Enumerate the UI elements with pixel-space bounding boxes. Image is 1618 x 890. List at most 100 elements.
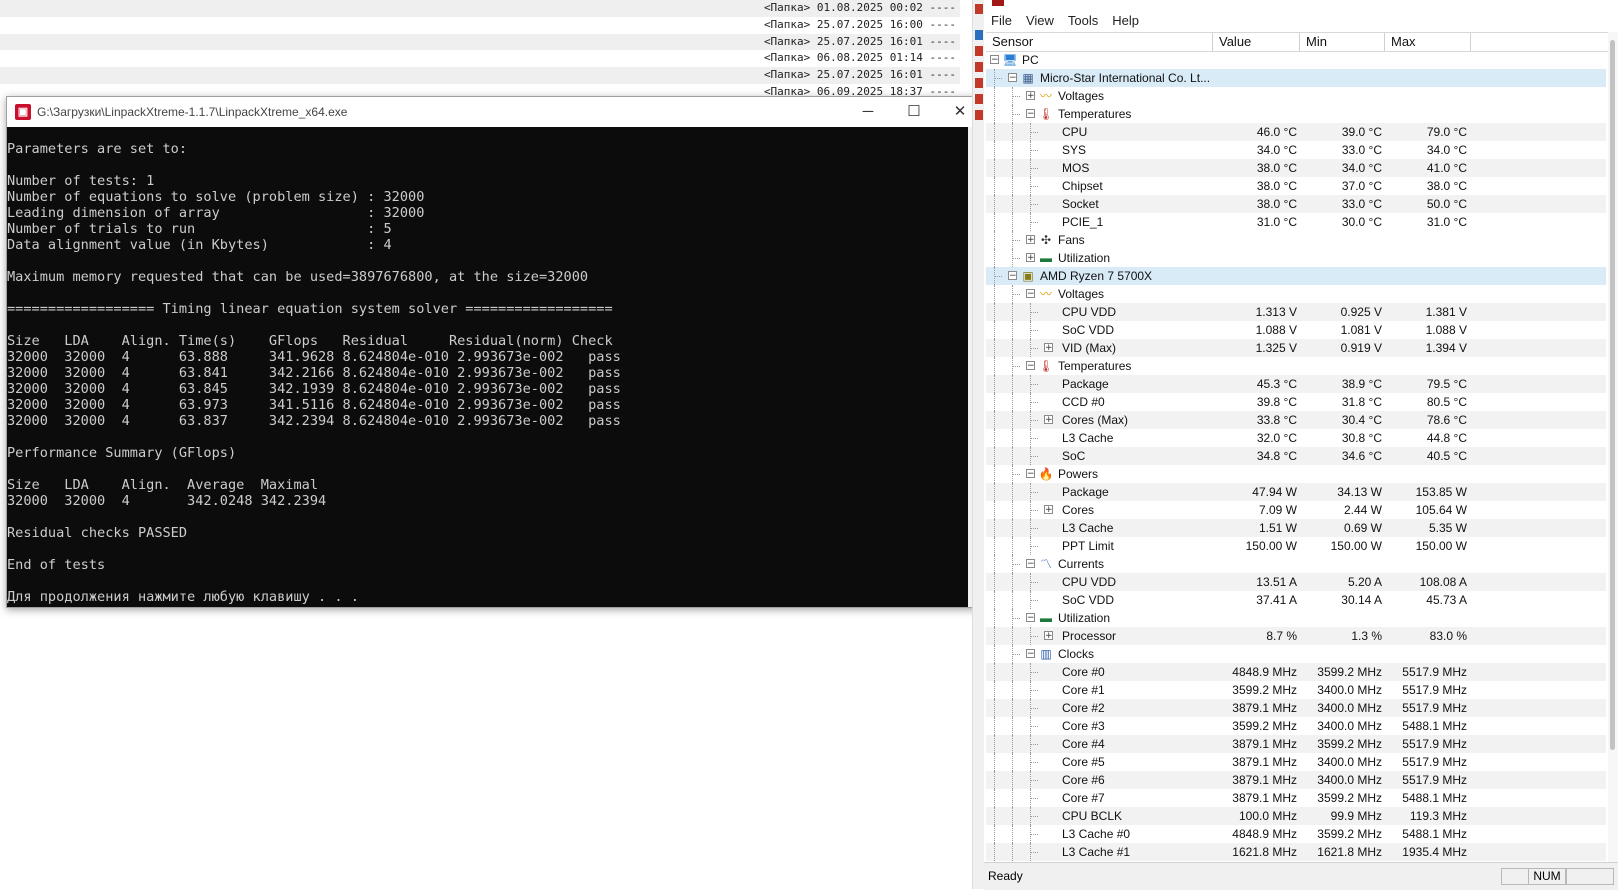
sensor-row[interactable]: Core #2 3879.1 MHz 3400.0 MHz 5517.9 MHz [986,699,1606,717]
sensor-row[interactable]: Core #3 3599.2 MHz 3400.0 MHz 5488.1 MHz [986,717,1606,735]
column-min[interactable]: Min [1300,33,1385,51]
sensor-row[interactable]: Package 47.94 W 34.13 W 153.85 W [986,483,1606,501]
sensor-group-row[interactable]: − ▬ Utilization [986,609,1606,627]
file-list-row[interactable]: <Папка> 25.07.2025 16:01 ---- [0,33,960,51]
console-window[interactable]: ▣ G:\Загрузки\LinpackXtreme-1.1.7\Linpac… [6,96,984,608]
collapse-icon[interactable]: − [1026,361,1035,371]
sensor-group-row[interactable]: − ▥ Clocks [986,645,1606,663]
sensor-scroll-thumb[interactable] [1610,40,1615,750]
sensor-row[interactable]: SoC VDD 37.41 A 30.14 A 45.73 A [986,591,1606,609]
taskbar-marker-icon [975,78,983,88]
sensor-max: 50.0 °C [1426,197,1467,211]
sensor-row[interactable]: Core #1 3599.2 MHz 3400.0 MHz 5517.9 MHz [986,681,1606,699]
expand-icon[interactable]: + [1026,235,1035,245]
sensor-row[interactable]: CCD #0 39.8 °C 31.8 °C 80.5 °C [986,393,1606,411]
sensor-row[interactable]: Package 45.3 °C 38.9 °C 79.5 °C [986,375,1606,393]
sensor-min: 33.0 °C [1341,197,1382,211]
collapse-icon[interactable]: − [1026,649,1035,659]
sensor-group-row[interactable]: + 〰 Voltages [986,87,1606,105]
sensor-row[interactable]: CPU VDD 1.313 V 0.925 V 1.381 V [986,303,1606,321]
sensor-row[interactable]: + Cores (Max) 33.8 °C 30.4 °C 78.6 °C [986,411,1606,429]
file-list-row[interactable]: <Папка> 01.08.2025 00:02 ---- [0,0,960,17]
sensor-tree[interactable]: − 🖥 PC − ▦ Micro-Star International Co. Lt...… [986,51,1606,861]
expand-icon[interactable]: + [1044,343,1053,353]
sensor-row[interactable]: CPU 46.0 °C 39.0 °C 79.0 °C [986,123,1606,141]
collapse-icon[interactable]: − [1026,469,1035,479]
hwmonitor-titlebar[interactable] [984,0,1618,8]
sensor-row[interactable]: Core #6 3879.1 MHz 3400.0 MHz 5517.9 MHz [986,771,1606,789]
tree-line [1030,456,1038,457]
sensor-value: 100.0 MHz [1238,809,1297,823]
sensor-group-row[interactable]: − 🌡 Temperatures [986,357,1606,375]
tree-line [1030,150,1038,151]
sensor-row[interactable]: Core #5 3879.1 MHz 3400.0 MHz 5517.9 MHz [986,753,1606,771]
sensor-group-row[interactable]: − ▣ AMD Ryzen 7 5700X [986,267,1606,285]
expand-icon[interactable]: + [1044,415,1053,425]
sensor-row[interactable]: Socket 38.0 °C 33.0 °C 50.0 °C [986,195,1606,213]
sensor-row[interactable]: CPU VDD 13.51 A 5.20 A 108.08 A [986,573,1606,591]
sensor-row[interactable]: PCIE_1 31.0 °C 30.0 °C 31.0 °C [986,213,1606,231]
sensor-row[interactable]: + Cores 7.09 W 2.44 W 105.64 W [986,501,1606,519]
column-sensor[interactable]: Sensor [986,33,1213,51]
sensor-row[interactable]: PPT Limit 150.00 W 150.00 W 150.00 W [986,537,1606,555]
sensor-group-row[interactable]: − 🖥 PC [986,51,1606,69]
sensor-row[interactable]: MOS 38.0 °C 34.0 °C 41.0 °C [986,159,1606,177]
sensor-row[interactable]: SoC 34.8 °C 34.6 °C 40.5 °C [986,447,1606,465]
menu-view[interactable]: View [1019,13,1061,28]
voltage-icon: 〰 [1039,287,1052,301]
collapse-icon[interactable]: − [1008,271,1017,281]
sensor-row[interactable]: SoC VDD 1.088 V 1.081 V 1.088 V [986,321,1606,339]
sensor-group-row[interactable]: − ▦ Micro-Star International Co. Lt... [986,69,1606,87]
sensor-label: L3 Cache #1 [1062,845,1131,859]
sensor-group-row[interactable]: − 〽 Currents [986,555,1606,573]
column-value[interactable]: Value [1213,33,1300,51]
tree-line [994,123,995,141]
sensor-row[interactable]: Chipset 38.0 °C 37.0 °C 38.0 °C [986,177,1606,195]
menu-file[interactable]: File [984,13,1019,28]
collapse-icon[interactable]: − [1026,559,1035,569]
expand-icon[interactable]: + [1026,253,1035,263]
tree-line [1030,348,1038,349]
sensor-row[interactable]: SYS 34.0 °C 33.0 °C 34.0 °C [986,141,1606,159]
expand-icon[interactable]: + [1044,505,1053,515]
console-output[interactable]: Parameters are set to: Number of tests: … [7,127,968,607]
sensor-row[interactable]: + Processor 8.7 % 1.3 % 83.0 % [986,627,1606,645]
column-max[interactable]: Max [1385,33,1471,51]
maximize-button[interactable]: ☐ [891,97,937,127]
sensor-min: 39.0 °C [1341,125,1382,139]
console-titlebar[interactable]: ▣ G:\Загрузки\LinpackXtreme-1.1.7\Linpac… [7,97,983,127]
expand-icon[interactable]: + [1044,631,1053,641]
sensor-row[interactable]: Core #4 3879.1 MHz 3599.2 MHz 5517.9 MHz [986,735,1606,753]
sensor-group-row[interactable]: − 🔥 Powers [986,465,1606,483]
hwmonitor-window[interactable]: File View Tools Help Sensor Value Min Ma… [984,0,1618,890]
menu-help[interactable]: Help [1105,13,1146,28]
collapse-icon[interactable]: − [1026,289,1035,299]
sensor-row[interactable]: Core #7 3879.1 MHz 3599.2 MHz 5488.1 MHz [986,789,1606,807]
tree-line [1012,717,1013,735]
collapse-icon[interactable]: − [1008,73,1017,83]
sensor-row[interactable]: L3 Cache 32.0 °C 30.8 °C 44.8 °C [986,429,1606,447]
sensor-group-row[interactable]: − 🌡 Temperatures [986,105,1606,123]
sensor-scrollbar[interactable] [1608,32,1618,862]
sensor-row[interactable]: L3 Cache #0 4848.9 MHz 3599.2 MHz 5488.1 MH… [986,825,1606,843]
menu-tools[interactable]: Tools [1061,13,1105,28]
sensor-row[interactable]: L3 Cache 1.51 W 0.69 W 5.35 W [986,519,1606,537]
sensor-row[interactable]: CPU BCLK 100.0 MHz 99.9 MHz 119.3 MHz [986,807,1606,825]
sensor-label: SYS [1062,143,1087,157]
sensor-group-row[interactable]: − 〰 Voltages [986,285,1606,303]
console-text: Parameters are set to: Number of tests: … [7,141,621,605]
minimize-button[interactable]: ─ [845,97,891,127]
sensor-group-row[interactable]: + ✣ Fans [986,231,1606,249]
file-list-row[interactable]: <Папка> 06.08.2025 01:14 ---- [0,50,960,68]
sensor-row[interactable]: Core #0 4848.9 MHz 3599.2 MHz 5517.9 MHz [986,663,1606,681]
collapse-icon[interactable]: − [1026,613,1035,623]
expand-icon[interactable]: + [1026,91,1035,101]
sensor-label: Core #3 [1062,719,1105,733]
sensor-row[interactable]: + VID (Max) 1.325 V 0.919 V 1.394 V [986,339,1606,357]
collapse-icon[interactable]: − [990,55,999,65]
file-list-row[interactable]: <Папка> 25.07.2025 16:00 ---- [0,16,960,34]
sensor-group-row[interactable]: + ▬ Utilization [986,249,1606,267]
collapse-icon[interactable]: − [1026,109,1035,119]
file-list-row[interactable]: <Папка> 25.07.2025 16:01 ---- [0,67,960,84]
sensor-row[interactable]: L3 Cache #1 1621.8 MHz 1621.8 MHz 1935.4 MH… [986,843,1606,861]
